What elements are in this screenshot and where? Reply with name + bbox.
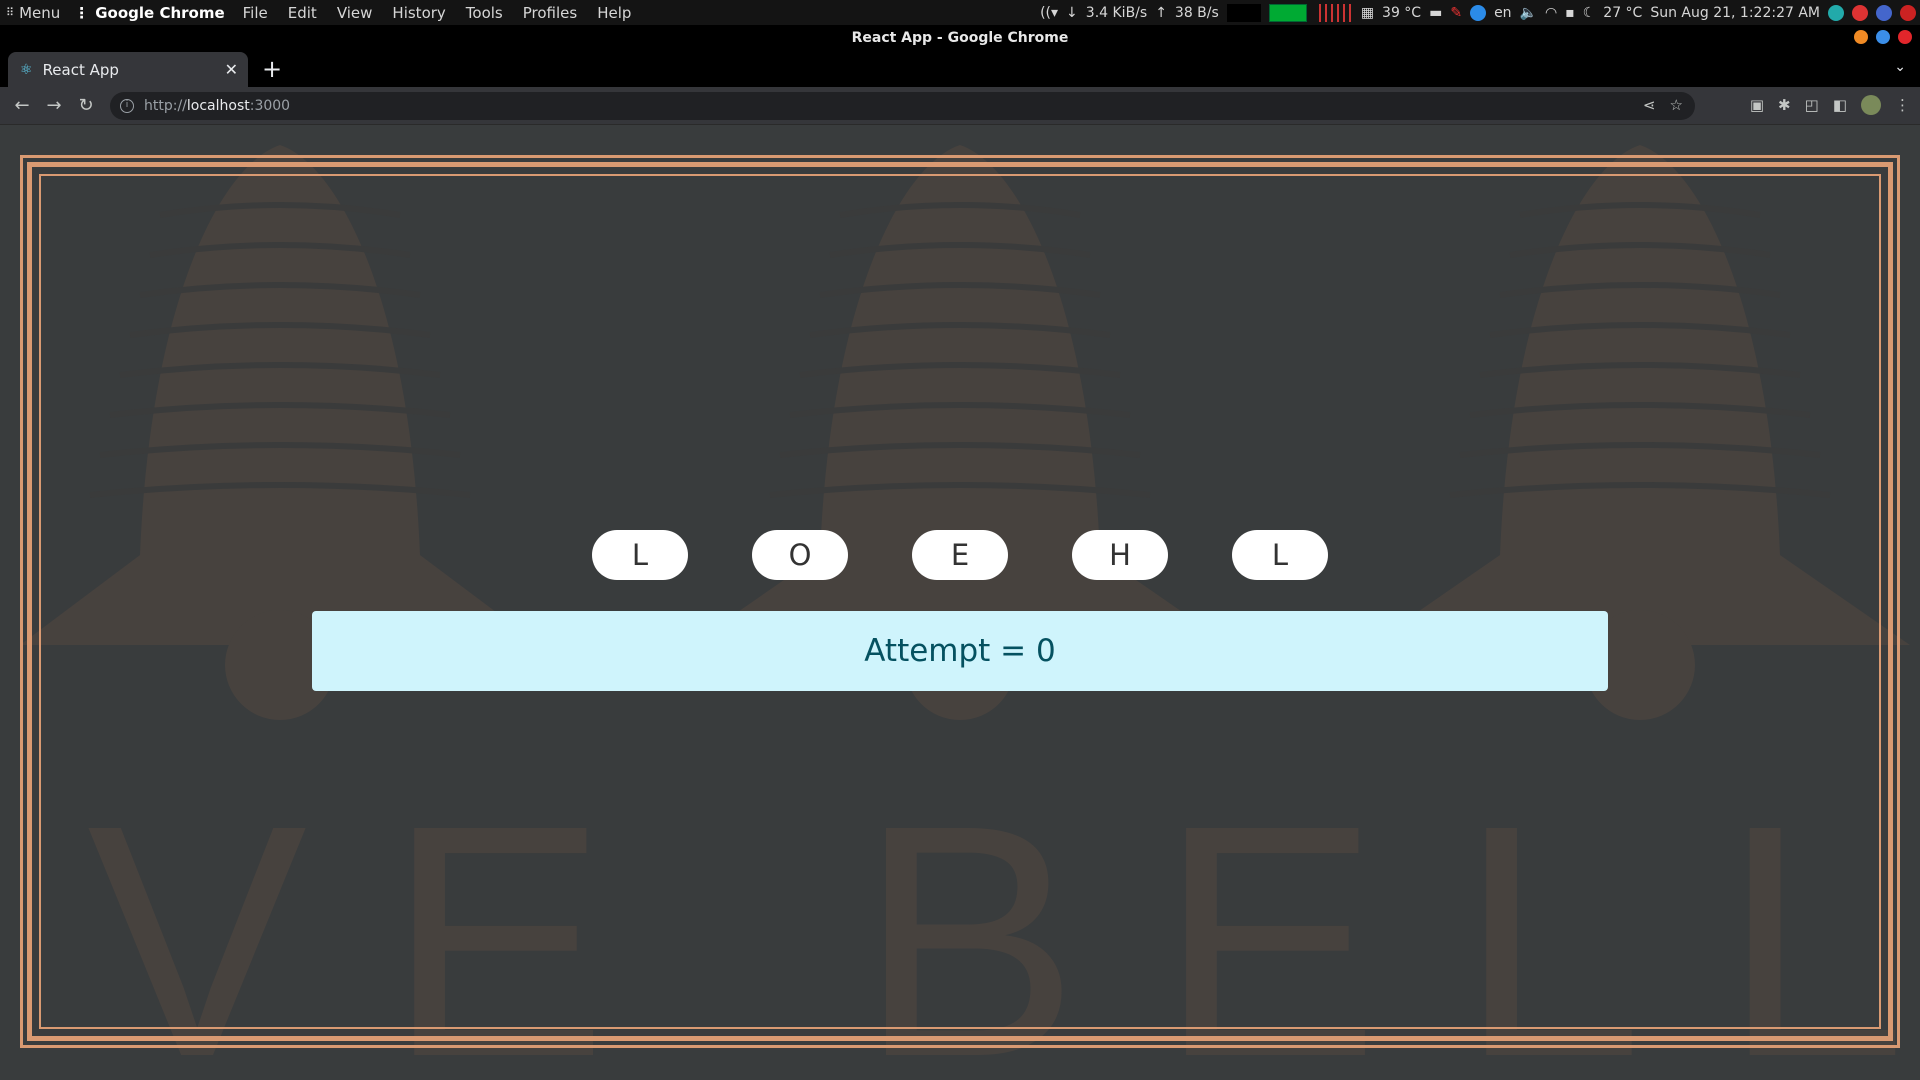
system-menu-label: Menu [19,3,61,22]
letter-button-5[interactable]: L [1232,530,1328,580]
bluetooth-icon[interactable] [1470,4,1487,21]
system-menu-button[interactable]: ⠿ Menu [6,4,60,22]
temperature-graph [1314,3,1353,22]
net-up-arrow-icon: ↑ [1155,4,1167,21]
menu-history[interactable]: History [392,4,445,22]
menu-file[interactable]: File [243,4,268,22]
picture-in-picture-icon[interactable]: ▣ [1750,96,1764,114]
letter-button-4[interactable]: H [1072,530,1168,580]
menu-help[interactable]: Help [597,4,631,22]
weather-temperature: 27 °C [1603,4,1643,21]
net-down-speed: 3.4 KiB/s [1085,4,1148,21]
minimize-button[interactable] [1854,30,1868,44]
volume-icon[interactable]: 🔈 [1520,5,1537,21]
menu-view[interactable]: View [337,4,373,22]
forward-arrow-icon[interactable]: → [43,95,65,116]
react-atom-icon: ⚛ [20,61,33,78]
clock-datetime[interactable]: Sun Aug 21, 1:22:27 AM [1650,5,1820,21]
app-name-label: Google Chrome [95,3,225,22]
weather-moon-icon: ☾ [1582,4,1596,21]
share-icon[interactable]: ⋖ [1643,96,1656,114]
new-tab-button[interactable]: + [262,57,282,81]
search-icon[interactable] [1828,4,1844,21]
window-title: React App - Google Chrome [851,30,1069,46]
cpu-temperature: 39 °C [1382,4,1422,21]
site-info-icon[interactable]: i [120,99,134,113]
letter-button-3[interactable]: E [912,530,1008,580]
kebab-icon: ⋮ [74,3,90,22]
clipboard-icon[interactable]: ▪ [1565,5,1575,21]
power-icon[interactable] [1900,4,1916,21]
tab-strip: ⚛ React App ✕ + ⌄ [0,51,1920,87]
sensor-icon[interactable]: ▦ [1361,5,1374,21]
net-up-speed: 38 B/s [1174,4,1219,21]
tab-label: React App [42,60,119,79]
active-app-name[interactable]: ⋮ Google Chrome [74,4,224,22]
network-icon[interactable]: ◠ [1545,5,1557,21]
tab-search-chevron-icon[interactable]: ⌄ [1894,59,1906,75]
url-host: localhost [186,98,250,114]
logout-icon[interactable] [1876,4,1892,21]
url-scheme: http:// [144,98,187,114]
reload-icon[interactable]: ↻ [75,95,97,116]
profile-avatar[interactable] [1861,95,1881,115]
keyboard-layout[interactable]: en [1494,5,1512,21]
chrome-menu-icon[interactable]: ⋮ [1895,96,1910,114]
close-window-button[interactable] [1898,30,1912,44]
bookmark-star-icon[interactable]: ☆ [1670,96,1683,114]
close-tab-icon[interactable]: ✕ [225,60,238,79]
decor-frame-inner [39,174,1881,1029]
url-port: :3000 [249,98,291,114]
letter-button-2[interactable]: O [752,530,848,580]
attempt-counter-alert: Attempt = 0 [312,611,1608,691]
letter-tiles: L O E H L [592,530,1328,580]
letter-button-1[interactable]: L [592,530,688,580]
cast-icon[interactable]: ◰ [1805,96,1819,114]
maximize-button[interactable] [1876,30,1890,44]
browser-toolbar: ← → ↻ i http://localhost:3000 ⋖ ☆ ▣ ✱ ◰ … [0,87,1920,125]
attempt-text: Attempt = 0 [864,633,1056,669]
extensions-puzzle-icon[interactable]: ✱ [1778,96,1791,114]
address-bar[interactable]: i http://localhost:3000 ⋖ ☆ [110,92,1695,120]
pen-icon[interactable]: ✎ [1450,5,1462,21]
chat-icon[interactable]: ▬ [1429,5,1442,21]
menu-profiles[interactable]: Profiles [523,4,577,22]
menu-tools[interactable]: Tools [466,4,503,22]
cpu-usage-graph [1268,3,1307,22]
grid-icon: ⠿ [6,6,15,19]
back-arrow-icon[interactable]: ← [11,95,33,116]
tab-react-app[interactable]: ⚛ React App ✕ [8,52,248,87]
window-titlebar: React App - Google Chrome [0,25,1920,51]
network-graph [1226,3,1261,22]
lock-icon[interactable] [1852,4,1868,21]
wifi-signal-icon[interactable]: ((▾ [1040,5,1058,21]
net-down-arrow-icon: ↓ [1066,4,1078,21]
side-panel-icon[interactable]: ◧ [1833,96,1847,114]
system-top-bar: ⠿ Menu ⋮ Google Chrome File Edit View Hi… [0,0,1920,25]
page-viewport: FIVE BELLS L O E H L Attempt = 0 [0,125,1920,1080]
menu-edit[interactable]: Edit [288,4,317,22]
